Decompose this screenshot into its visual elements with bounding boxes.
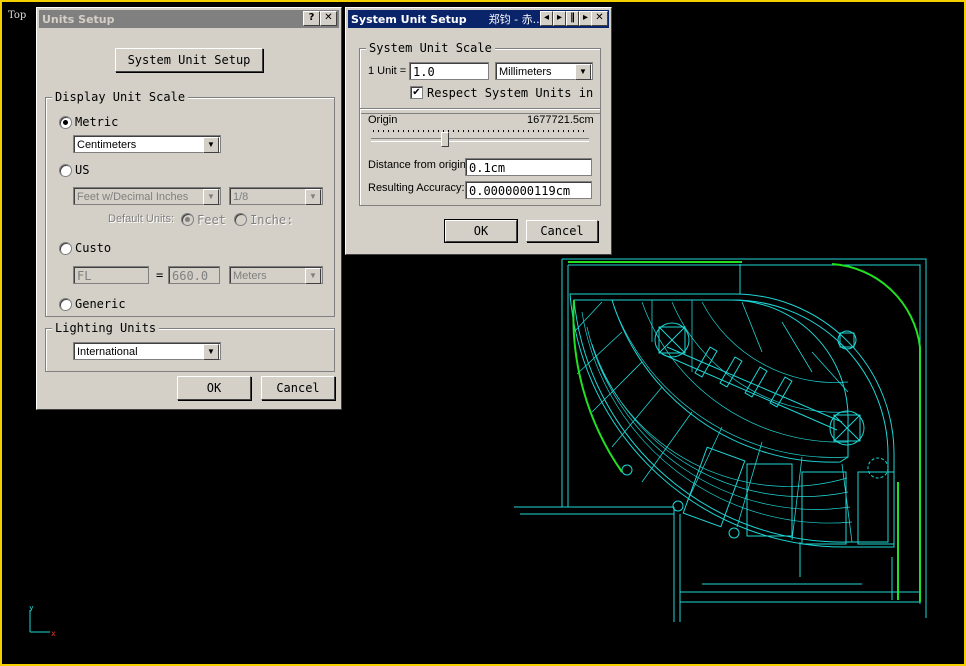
us-units-value: Feet w/Decimal Inches [77, 191, 189, 203]
metric-units-value: Centimeters [77, 139, 137, 151]
origin-slider-ticks [373, 130, 588, 132]
taskbar-prev-icon[interactable]: ◂ [540, 11, 553, 26]
close-button[interactable]: ✕ [591, 11, 608, 26]
metric-label[interactable]: Metric [75, 115, 118, 129]
us-radio[interactable] [59, 164, 72, 177]
chevron-down-icon[interactable]: ▼ [203, 344, 219, 360]
resulting-accuracy-label: Resulting Accuracy: [368, 182, 465, 194]
default-units-label: Default Units: [108, 213, 175, 225]
chevron-down-icon[interactable]: ▼ [203, 137, 219, 153]
system-unit-scale-group: System Unit Scale [359, 41, 601, 114]
lighting-units-label: Lighting Units [52, 321, 160, 335]
system-unit-scale-label: System Unit Scale [366, 41, 495, 55]
svg-text:y: y [29, 606, 34, 612]
origin-label: Origin [368, 114, 398, 126]
unit-equals-label: 1 Unit = [368, 65, 407, 77]
inches-radio[interactable] [234, 213, 247, 226]
custom-unit-value: Meters [233, 270, 267, 282]
cancel-button[interactable]: Cancel [261, 376, 335, 400]
taskbar-next-icon[interactable]: ▸ [553, 11, 566, 26]
chevron-down-icon[interactable]: ▼ [305, 268, 321, 284]
lighting-units-value: International [77, 346, 138, 358]
chevron-down-icon[interactable]: ▼ [575, 64, 591, 80]
inches-label[interactable]: Inche: [250, 213, 293, 227]
display-unit-scale-label: Display Unit Scale [52, 90, 189, 104]
custom-value-field[interactable]: 660.0 [168, 266, 220, 284]
custom-radio[interactable] [59, 242, 72, 255]
lighting-units-dropdown[interactable]: International ▼ [73, 342, 221, 360]
ok-button[interactable]: OK [177, 376, 251, 400]
custom-unit-dropdown[interactable]: Meters ▼ [229, 266, 323, 284]
respect-system-units-label[interactable]: Respect System Units in [427, 86, 593, 100]
close-button[interactable]: ✕ [320, 11, 337, 26]
origin-slider-track[interactable] [371, 138, 589, 142]
custom-label[interactable]: Custo [75, 241, 111, 255]
svg-text:x: x [51, 629, 56, 638]
chevron-down-icon[interactable]: ▼ [305, 189, 321, 205]
custom-equals-label: = [156, 268, 164, 282]
distance-from-origin-label: Distance from origin: [368, 159, 469, 171]
unit-type-dropdown[interactable]: Millimeters ▼ [495, 62, 593, 80]
taskbar-pause-icon[interactable]: ‖ [566, 11, 579, 26]
custom-name-field[interactable]: FL [73, 266, 149, 284]
system-unit-setup-button[interactable]: System Unit Setup [115, 48, 263, 72]
origin-value: 1677721.5cm [527, 114, 594, 126]
origin-slider-thumb[interactable] [441, 132, 449, 147]
us-label[interactable]: US [75, 163, 89, 177]
feet-label[interactable]: Feet [197, 213, 226, 227]
generic-radio[interactable] [59, 298, 72, 311]
respect-system-units-checkbox[interactable]: ✔ [410, 86, 423, 99]
us-units-dropdown[interactable]: Feet w/Decimal Inches ▼ [73, 187, 221, 205]
axis-tripod-icon: y x [29, 606, 56, 638]
generic-label[interactable]: Generic [75, 297, 126, 311]
radio-dot [185, 217, 190, 222]
dialog-title: Units Setup [42, 12, 115, 26]
distance-from-origin-field[interactable]: 0.1cm [465, 158, 592, 176]
cancel-button[interactable]: Cancel [526, 220, 598, 242]
feet-radio[interactable] [181, 213, 194, 226]
units-setup-dialog: Units Setup ? ✕ System Unit Setup Displa… [36, 7, 342, 410]
system-unit-setup-dialog: System Unit Setup 郑钧 - 赤... ◂ ▸ ‖ ▸ ✕ Sy… [345, 7, 612, 255]
metric-radio[interactable] [59, 116, 72, 129]
us-fraction-dropdown[interactable]: 1/8 ▼ [229, 187, 323, 205]
checkmark-icon: ✔ [412, 87, 421, 98]
unit-value-field[interactable]: 1.0 [409, 62, 489, 80]
units-setup-titlebar[interactable]: Units Setup ? ✕ [39, 10, 339, 28]
chevron-down-icon[interactable]: ▼ [203, 189, 219, 205]
help-button[interactable]: ? [303, 11, 320, 26]
dialog-title: System Unit Setup [351, 12, 467, 26]
radio-dot [63, 120, 68, 125]
unit-type-value: Millimeters [499, 66, 552, 78]
us-fraction-value: 1/8 [233, 191, 249, 203]
metric-units-dropdown[interactable]: Centimeters ▼ [73, 135, 221, 153]
dialog-title-extra: 郑钧 - 赤... [488, 13, 544, 26]
resulting-accuracy-field: 0.0000000119cm [465, 181, 592, 199]
system-unit-setup-titlebar[interactable]: System Unit Setup 郑钧 - 赤... ◂ ▸ ‖ ▸ ✕ [348, 10, 609, 28]
ok-button[interactable]: OK [444, 219, 518, 243]
